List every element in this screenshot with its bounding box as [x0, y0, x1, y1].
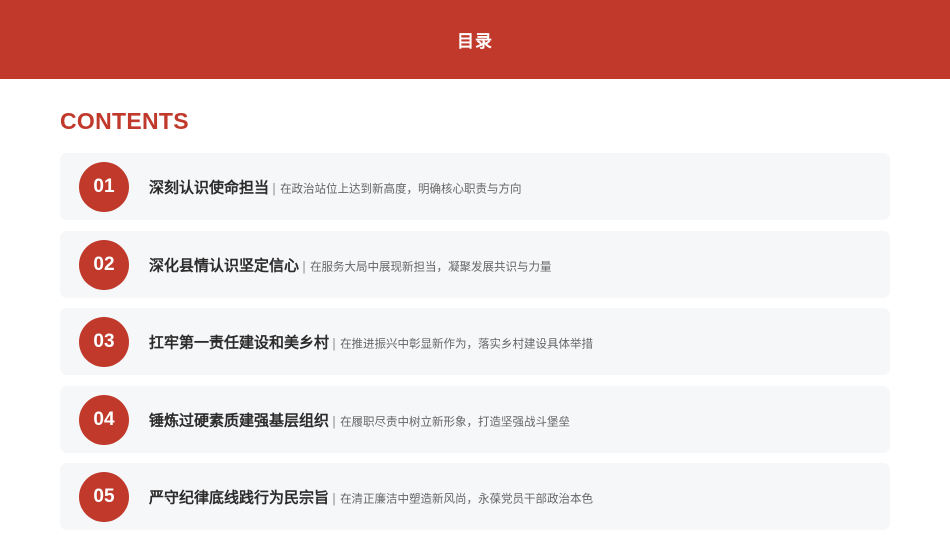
item-separator: |	[332, 414, 337, 428]
list-item[interactable]: 02 深化县情认识坚定信心 | 在服务大局中展现新担当，凝聚发展共识与力量	[60, 231, 890, 298]
item-separator: |	[332, 336, 337, 350]
item-text: 深化县情认识坚定信心 | 在服务大局中展现新担当，凝聚发展共识与力量	[149, 254, 552, 275]
item-description: 在清正廉洁中塑造新风尚，永葆党员干部政治本色	[340, 491, 594, 505]
item-number-badge: 03	[79, 316, 129, 367]
item-number-badge: 01	[79, 161, 129, 212]
item-separator: |	[272, 181, 277, 195]
list-item[interactable]: 04 锤炼过硬素质建强基层组织 | 在履职尽责中树立新形象，打造坚强战斗堡垒	[60, 386, 890, 453]
list-item[interactable]: 01 深刻认识使命担当 | 在政治站位上达到新高度，明确核心职责与方向	[60, 153, 890, 220]
item-number-badge: 04	[79, 394, 129, 445]
page-title: 目录	[457, 32, 493, 52]
item-title: 严守纪律底线践行为民宗旨	[149, 488, 330, 506]
item-separator: |	[332, 491, 337, 505]
list-item[interactable]: 03 扛牢第一责任建设和美乡村 | 在推进振兴中彰显新作为，落实乡村建设具体举措	[60, 308, 890, 375]
item-description: 在推进振兴中彰显新作为，落实乡村建设具体举措	[340, 336, 594, 350]
item-title: 扛牢第一责任建设和美乡村	[149, 333, 330, 351]
item-description: 在履职尽责中树立新形象，打造坚强战斗堡垒	[340, 414, 571, 428]
item-text: 锤炼过硬素质建强基层组织 | 在履职尽责中树立新形象，打造坚强战斗堡垒	[149, 409, 570, 430]
item-text: 深刻认识使命担当 | 在政治站位上达到新高度，明确核心职责与方向	[149, 176, 522, 197]
item-number-badge: 02	[79, 239, 129, 290]
header-banner: 目录	[0, 0, 950, 79]
list-item[interactable]: 05 严守纪律底线践行为民宗旨 | 在清正廉洁中塑造新风尚，永葆党员干部政治本色	[60, 463, 890, 530]
item-separator: |	[302, 259, 307, 273]
item-title: 锤炼过硬素质建强基层组织	[149, 411, 330, 429]
item-number-badge: 05	[79, 471, 129, 522]
item-text: 扛牢第一责任建设和美乡村 | 在推进振兴中彰显新作为，落实乡村建设具体举措	[149, 331, 593, 352]
item-text: 严守纪律底线践行为民宗旨 | 在清正廉洁中塑造新风尚，永葆党员干部政治本色	[149, 486, 593, 507]
item-title: 深刻认识使命担当	[149, 178, 270, 196]
item-title: 深化县情认识坚定信心	[149, 256, 300, 274]
contents-heading: CONTENTS	[60, 108, 189, 134]
item-description: 在政治站位上达到新高度，明确核心职责与方向	[280, 181, 522, 195]
item-description: 在服务大局中展现新担当，凝聚发展共识与力量	[310, 259, 552, 273]
